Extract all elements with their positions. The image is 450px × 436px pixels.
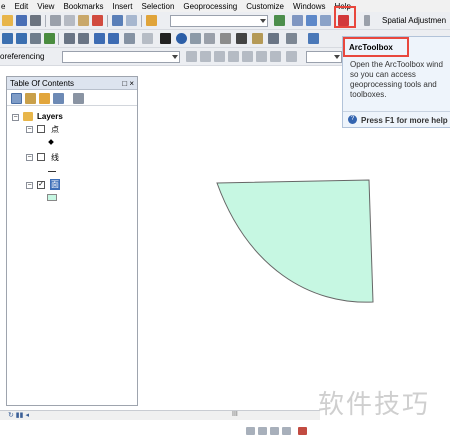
watermark-text: 软件技巧: [318, 390, 431, 420]
map-canvas[interactable]: [0, 0, 450, 436]
pan-layout-icon[interactable]: [282, 427, 291, 435]
toggle-draft-icon[interactable]: [298, 427, 307, 435]
refresh-icon[interactable]: ↻ ▮▮ ◂: [8, 411, 29, 419]
layout-tools: [246, 426, 320, 436]
fixed-zoom-layout-icon[interactable]: [270, 427, 279, 435]
zoom-whole-page-icon[interactable]: [246, 427, 255, 435]
polygon-feature[interactable]: [216, 179, 374, 303]
scroll-grip[interactable]: III: [232, 411, 238, 418]
status-bar: ↻ ▮▮ ◂ III: [0, 410, 320, 420]
zoom-100-icon[interactable]: [258, 427, 267, 435]
